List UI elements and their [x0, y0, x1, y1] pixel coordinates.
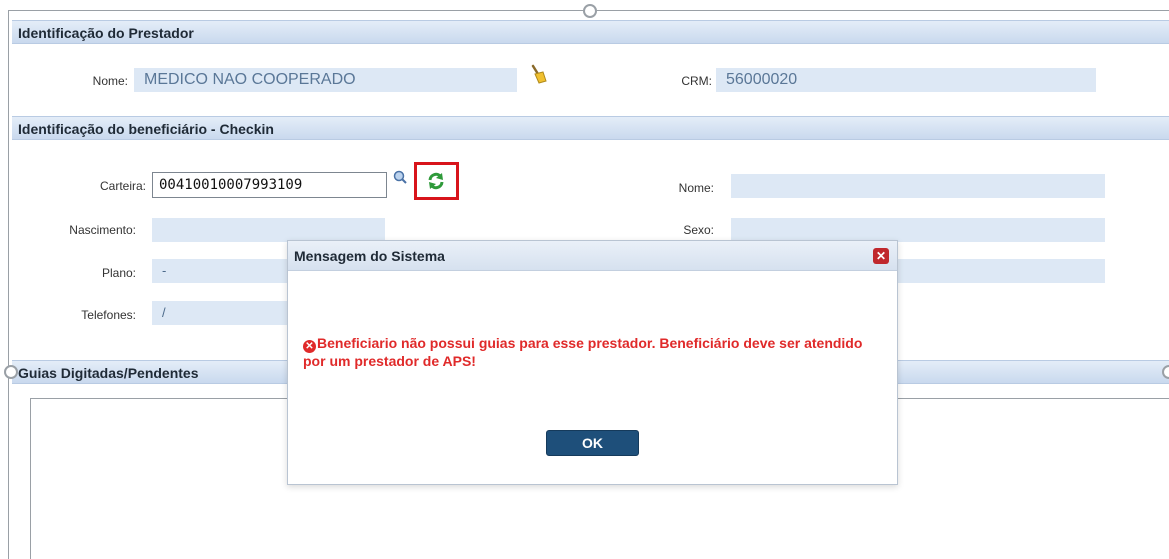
telefones-label: Telefones:: [81, 308, 136, 322]
system-message-dialog: Mensagem do Sistema ✕ ✕ Beneficiario não …: [287, 240, 898, 485]
guias-panel-left-border: [30, 398, 31, 559]
panel-left-border: [8, 10, 9, 559]
error-icon: ✕: [303, 340, 316, 353]
section-title-prestador: Identificação do Prestador: [18, 25, 194, 41]
ok-button[interactable]: OK: [546, 430, 639, 456]
refresh-icon: [427, 172, 445, 190]
beneficiario-nome-field: [731, 174, 1105, 198]
dialog-titlebar: Mensagem do Sistema ✕: [288, 241, 897, 271]
splitter-handle-left[interactable]: [4, 365, 18, 379]
section-title-guias: Guias Digitadas/Pendentes: [18, 365, 199, 381]
sexo-field: [731, 218, 1105, 242]
sexo-label: Sexo:: [683, 223, 714, 237]
error-message-text: Beneficiario não possui guias para esse …: [303, 335, 863, 369]
section-header-prestador: Identificação do Prestador: [12, 20, 1169, 44]
crm-label: CRM:: [681, 74, 712, 88]
search-lookup-icon[interactable]: [393, 170, 409, 186]
prestador-nome-label: Nome:: [92, 74, 128, 88]
refresh-button-highlight[interactable]: [414, 162, 459, 200]
plano-label: Plano:: [101, 266, 136, 280]
dialog-title: Mensagem do Sistema: [294, 248, 445, 264]
splitter-handle-right[interactable]: [1162, 365, 1169, 379]
section-header-beneficiario: Identificação do beneficiário - Checkin: [12, 116, 1169, 140]
carteira-label: Carteira:: [99, 179, 146, 193]
broom-clear-icon[interactable]: [527, 63, 549, 85]
splitter-handle-top[interactable]: [583, 4, 597, 18]
plano-field: -: [152, 259, 292, 283]
beneficiario-nome-label: Nome:: [678, 181, 714, 195]
crm-field: 56000020: [716, 68, 1096, 92]
nascimento-label: Nascimento:: [69, 223, 136, 237]
telefones-field: /: [152, 301, 292, 325]
close-icon[interactable]: ✕: [873, 248, 889, 264]
prestador-nome-field: MEDICO NAO COOPERADO: [134, 68, 517, 92]
nascimento-field: [152, 218, 385, 242]
carteira-input[interactable]: 00410010007993109: [152, 172, 387, 198]
error-message: ✕ Beneficiario não possui guias para esse…: [303, 335, 883, 369]
section-title-beneficiario: Identificação do beneficiário - Checkin: [18, 121, 274, 137]
plano-field-right: [890, 259, 1105, 283]
